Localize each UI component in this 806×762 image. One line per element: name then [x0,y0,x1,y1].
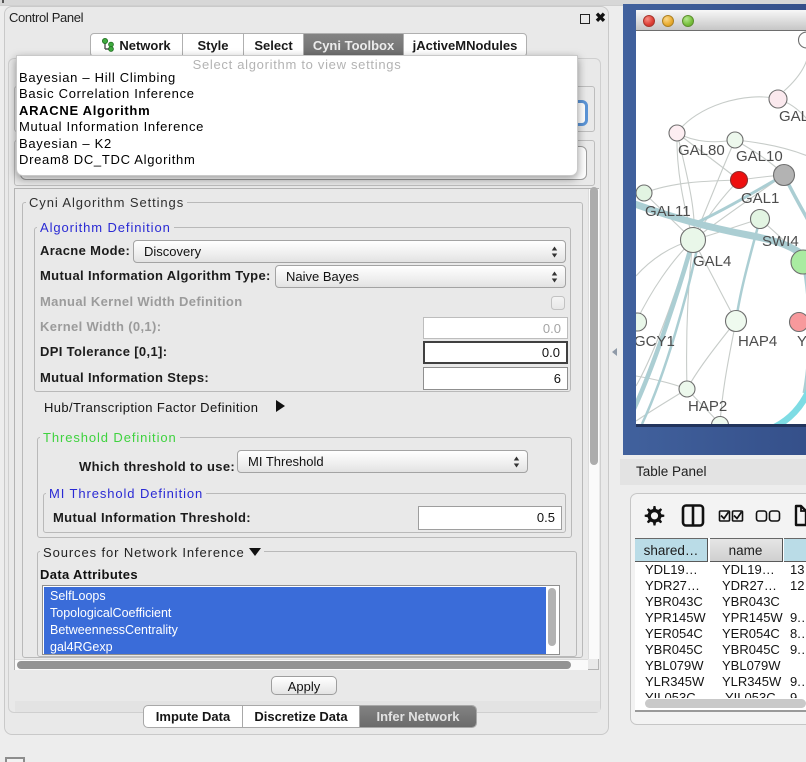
svg-text:GAL11: GAL11 [645,203,691,220]
svg-text:HAP2: HAP2 [688,398,727,415]
svg-text:GAL10: GAL10 [736,148,783,165]
svg-text:GCY1: GCY1 [636,333,675,350]
svg-text:SWI4: SWI4 [762,233,799,250]
svg-text:HAP4: HAP4 [738,333,777,350]
svg-text:GAL7: GAL7 [779,108,806,125]
svg-text:YBR0: YBR0 [797,333,806,350]
svg-text:GAL1: GAL1 [741,190,779,207]
svg-text:GAL4: GAL4 [693,253,731,270]
svg-text:GAL80: GAL80 [678,142,725,159]
